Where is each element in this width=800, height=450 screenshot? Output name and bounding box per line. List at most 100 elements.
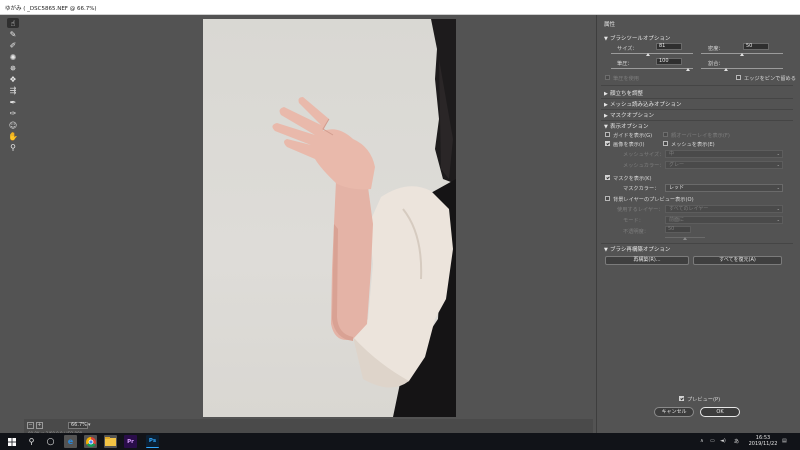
show-guides-checkbox[interactable]: [605, 132, 610, 137]
mesh-size-select[interactable]: 中 ⌄: [665, 150, 783, 158]
freeze-mask-icon[interactable]: ✒: [7, 97, 19, 107]
mesh-color-label: メッシュカラー：: [623, 163, 665, 169]
mesh-color-select[interactable]: グレー ⌄: [665, 161, 783, 169]
section-label: 顔立ちを調整: [610, 91, 644, 97]
section-label: マスクオプション: [610, 113, 655, 119]
mask-color-select[interactable]: レッド ⌄: [665, 184, 783, 192]
chrome-icon[interactable]: [84, 435, 97, 448]
mesh-color-value: グレー: [669, 162, 685, 168]
taskbar: ⚲ ○ e Pr Ps ∧ ▭ ◄) あ 16:53 2019/11/22 ▤: [0, 433, 800, 450]
section-label: メッシュ読み込みオプション: [610, 102, 682, 108]
edge-icon[interactable]: e: [64, 435, 77, 448]
preview-checkbox[interactable]: [679, 396, 684, 401]
mode-value: 前面に: [669, 217, 685, 223]
smooth-icon[interactable]: ✐: [7, 40, 19, 50]
divider: [601, 243, 793, 244]
chevron-down-icon[interactable]: ▾: [88, 422, 94, 429]
stylus-label: 筆圧を使用: [613, 76, 639, 82]
cancel-button[interactable]: キャンセル: [654, 407, 694, 417]
pressure-label: 筆圧：: [617, 61, 633, 67]
panel-content: ▼ ブラシツールオプション サイズ： 81 密度： 50 筆圧： 100 割合： …: [597, 28, 800, 403]
liquify-dialog: ☝ ✎ ✐ ✺ ✵ ❖ ⇶ ✒ ✑ ☺ ✋ ⚲ − + 66.7% ▾ 属性 ▼…: [0, 15, 800, 436]
rate-slider-handle[interactable]: [724, 68, 728, 71]
section-reconstruct-options[interactable]: ▼ ブラシ再構築オプション: [604, 245, 670, 253]
show-mask-checkbox[interactable]: [605, 175, 610, 180]
stylus-checkbox[interactable]: [605, 75, 610, 80]
zoom-out-icon[interactable]: −: [27, 422, 34, 429]
size-field[interactable]: 81: [656, 43, 682, 50]
chevron-down-icon: ⌄: [776, 206, 780, 211]
pucker-icon[interactable]: ✵: [7, 63, 19, 73]
photo-preview[interactable]: [203, 19, 456, 417]
show-mesh-label: メッシュを表示(E): [671, 142, 715, 148]
divider: [601, 109, 793, 110]
thaw-mask-icon[interactable]: ✑: [7, 108, 19, 118]
section-view-options[interactable]: ▼ 表示オプション: [604, 122, 649, 130]
bloat-icon[interactable]: ❖: [7, 74, 19, 84]
divider: [601, 120, 793, 121]
twirl-icon[interactable]: ✺: [7, 52, 19, 62]
show-image-checkbox[interactable]: [605, 141, 610, 146]
mesh-size-label: メッシュサイズ：: [623, 152, 665, 158]
show-mesh-checkbox[interactable]: [663, 141, 668, 146]
use-layer-value: すべてのレイヤー: [669, 206, 709, 212]
clock-date: 2019/11/22: [748, 441, 778, 447]
opacity-field[interactable]: 50: [665, 226, 691, 233]
opacity-slider-handle[interactable]: [683, 237, 687, 240]
section-face-aware[interactable]: ▶ 顔立ちを調整: [604, 89, 643, 97]
rate-slider[interactable]: [701, 68, 783, 69]
file-explorer-icon[interactable]: [104, 435, 117, 448]
show-face-overlay-checkbox[interactable]: [663, 132, 668, 137]
cortana-icon[interactable]: ○: [44, 435, 57, 448]
show-mask-label: マスクを表示(K): [613, 176, 652, 182]
canvas-area[interactable]: − + 66.7% ▾ 00.0Y ド 1/60 0.0 / ISO 000: [24, 15, 593, 436]
taskbar-clock[interactable]: 16:53 2019/11/22: [748, 435, 778, 447]
photo-figure: [272, 19, 456, 417]
window-titlebar: ゆがみ ( _DSC5865.NEF @ 66.7%): [0, 0, 800, 15]
reconstruct-button[interactable]: 再構築(R)...: [605, 256, 689, 265]
pressure-slider[interactable]: [611, 68, 693, 69]
section-brush-options[interactable]: ▼ ブラシツールオプション: [604, 34, 670, 42]
section-label: ブラシ再構築オプション: [610, 247, 671, 253]
reconstruct-icon[interactable]: ✎: [7, 29, 19, 39]
face-tool-icon[interactable]: ☺: [7, 120, 19, 130]
volume-icon[interactable]: ◄): [720, 438, 726, 444]
mask-color-value: レッド: [669, 185, 685, 191]
zoom-level[interactable]: 66.7%: [68, 422, 88, 429]
zoom-in-icon[interactable]: +: [36, 422, 43, 429]
tray-chevron-icon[interactable]: ∧: [700, 438, 704, 444]
ok-button[interactable]: OK: [700, 407, 740, 417]
use-layer-select[interactable]: すべてのレイヤー ⌄: [665, 205, 783, 213]
forward-warp-icon[interactable]: ☝: [7, 18, 19, 28]
mode-label: モード：: [623, 218, 644, 224]
notification-icon[interactable]: ▤: [782, 438, 787, 444]
chevron-down-icon: ⌄: [776, 151, 780, 156]
ime-indicator[interactable]: あ: [734, 438, 739, 445]
section-label: ブラシツールオプション: [610, 36, 671, 42]
search-icon[interactable]: ⚲: [25, 435, 38, 448]
push-left-icon[interactable]: ⇶: [7, 85, 19, 95]
density-slider-handle[interactable]: [740, 53, 744, 56]
show-backdrop-label: 背景レイヤーのプレビュー表示(O): [613, 197, 694, 203]
window-title: ゆがみ ( _DSC5865.NEF @ 66.7%): [5, 6, 97, 12]
density-field[interactable]: 50: [743, 43, 769, 50]
show-guides-label: ガイドを表示(G): [613, 133, 653, 139]
section-load-mesh[interactable]: ▶ メッシュ読み込みオプション: [604, 100, 682, 108]
network-icon[interactable]: ▭: [710, 438, 715, 444]
size-slider-handle[interactable]: [646, 53, 650, 56]
pressure-slider-handle[interactable]: [686, 68, 690, 71]
chevron-down-icon: ⌄: [776, 162, 780, 167]
zoom-icon[interactable]: ⚲: [7, 142, 19, 152]
premiere-icon[interactable]: Pr: [124, 435, 137, 448]
windows-start-icon[interactable]: [5, 435, 18, 448]
mask-color-label: マスクカラー：: [623, 186, 660, 192]
show-backdrop-checkbox[interactable]: [605, 196, 610, 201]
hand-icon[interactable]: ✋: [7, 131, 19, 141]
section-mask-options[interactable]: ▶ マスクオプション: [604, 111, 654, 119]
photoshop-icon[interactable]: Ps: [146, 435, 159, 448]
size-slider[interactable]: [611, 53, 693, 54]
restore-all-button[interactable]: すべてを復元(A): [693, 256, 782, 265]
mode-select[interactable]: 前面に ⌄: [665, 216, 783, 224]
pressure-field[interactable]: 100: [656, 58, 682, 65]
pin-edges-checkbox[interactable]: [736, 75, 741, 80]
